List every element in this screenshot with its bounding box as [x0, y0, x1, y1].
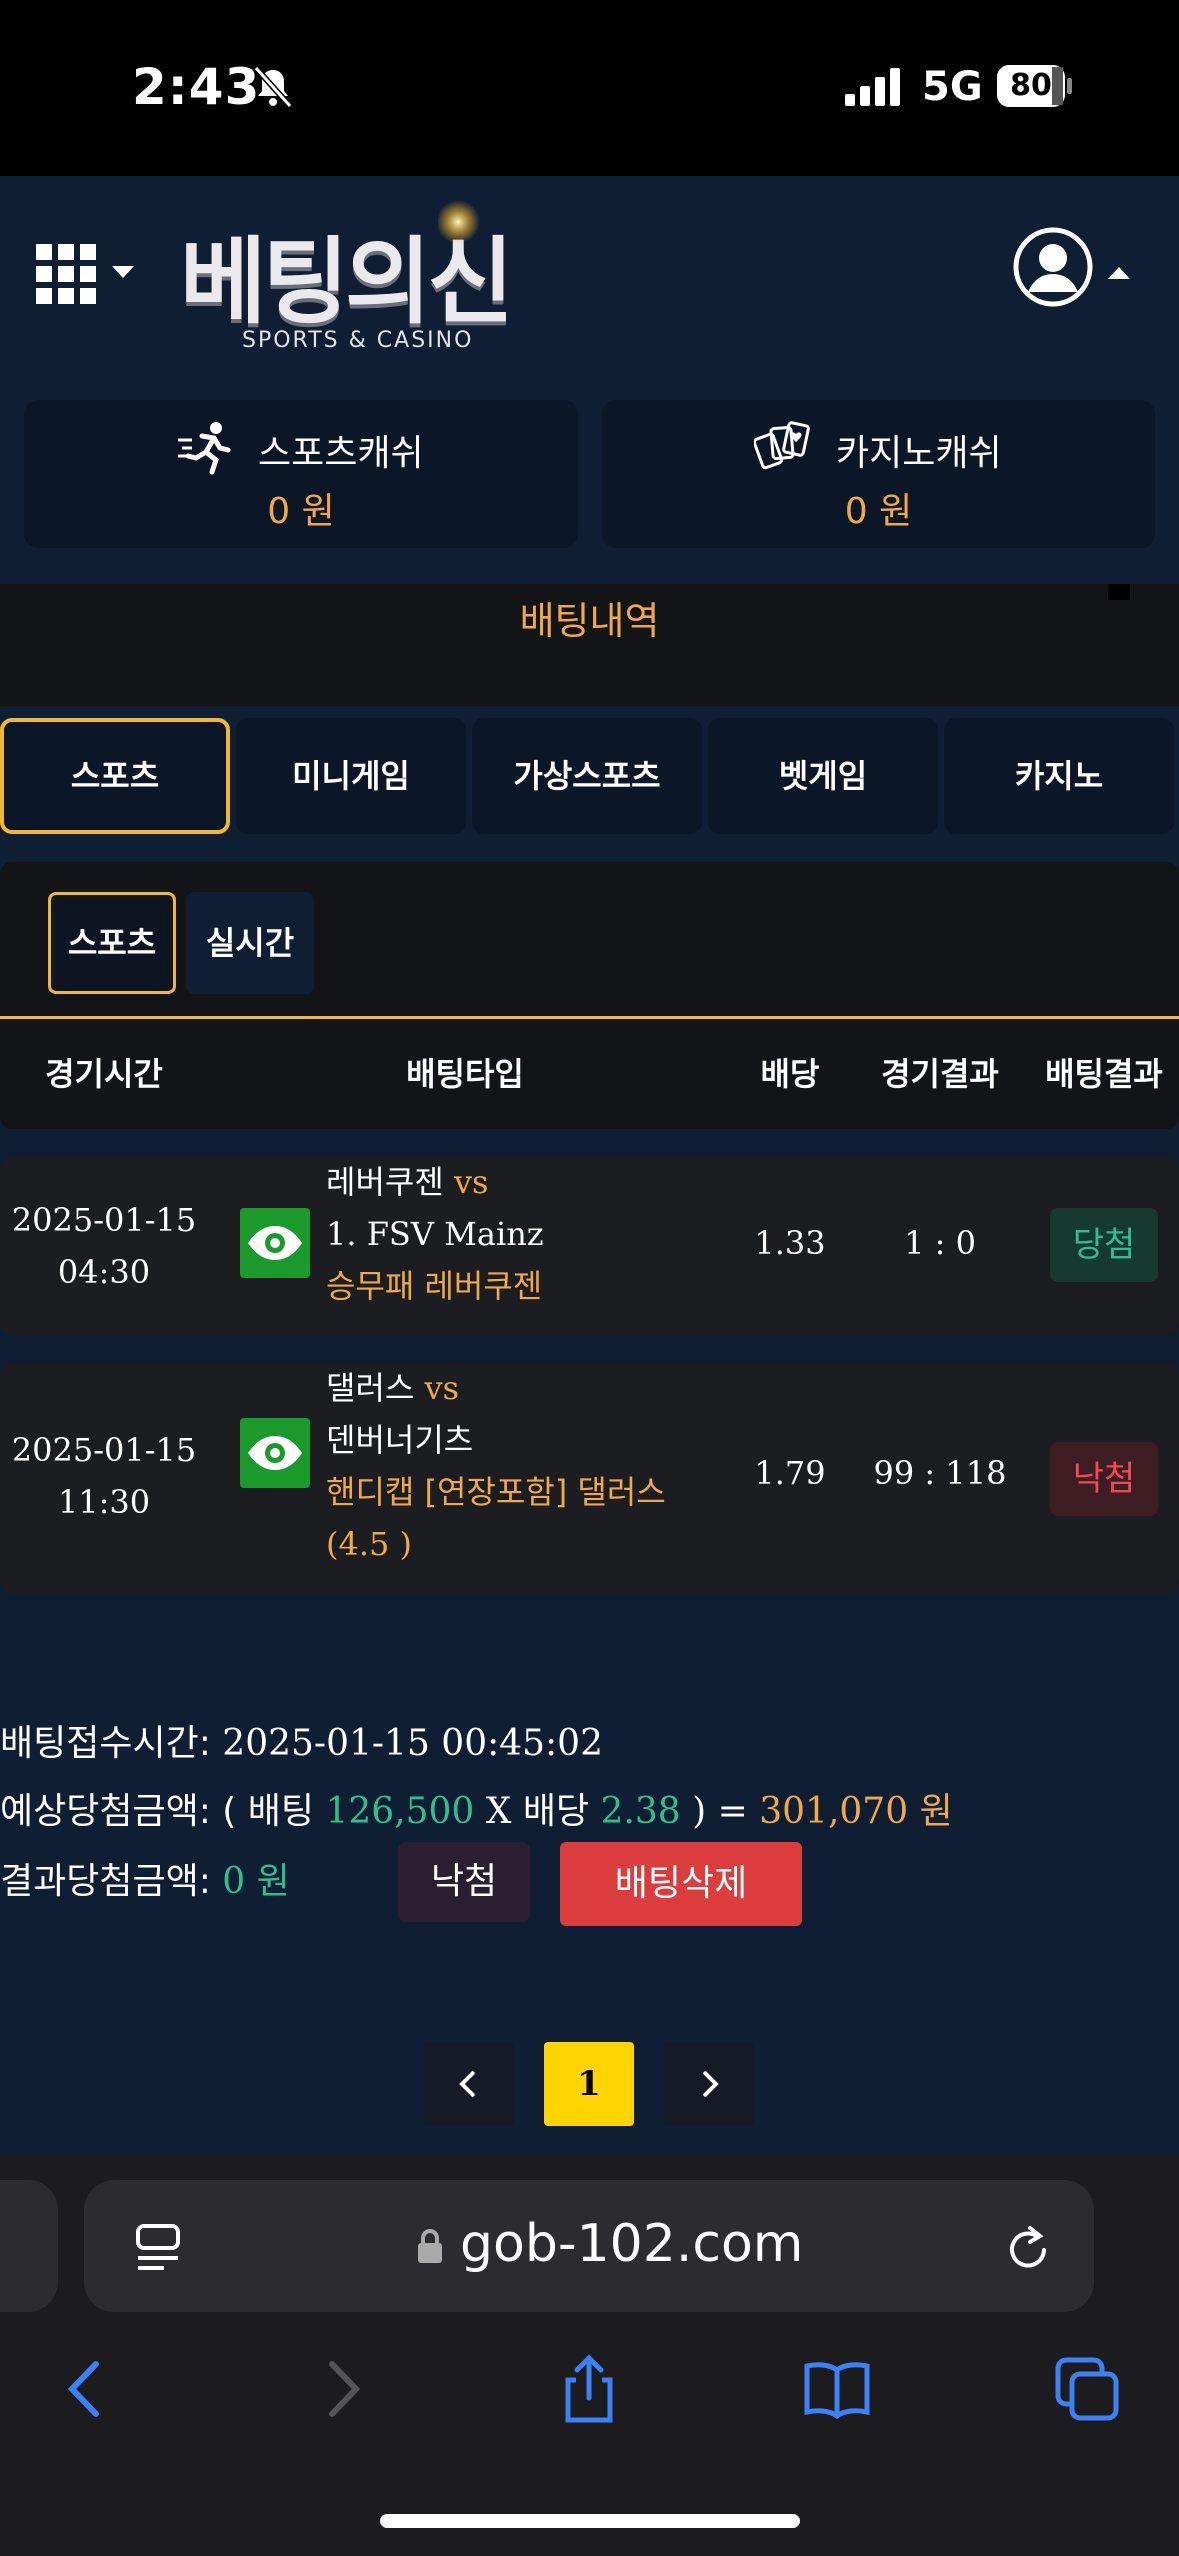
forward-icon[interactable] [306, 2354, 376, 2424]
previous-tab-stub[interactable] [0, 2180, 58, 2312]
result-label: 결과당첨금액: [0, 1861, 223, 1902]
col-bet-type: 배팅타입 [406, 1055, 524, 1093]
grid-menu-icon[interactable] [34, 242, 98, 306]
equals-label: ) = [680, 1791, 760, 1832]
reader-icon[interactable] [134, 2222, 182, 2274]
row-score: 1 : 0 [904, 1224, 976, 1262]
col-match-time: 경기시간 [45, 1055, 163, 1093]
result-amount: 0 원 [222, 1861, 290, 1902]
accept-time-value: 2025-01-15 00:45:02 [222, 1723, 603, 1764]
tab-casino[interactable]: 카지노 [944, 718, 1174, 834]
chevron-down-icon[interactable] [110, 262, 136, 282]
sports-cash-value: 0 원 [267, 491, 335, 532]
page-next-button[interactable] [664, 2042, 754, 2126]
table-row: 2025-01-15 11:30 댈러스 vs 덴버너기츠 핸디캡 [연장포함]… [0, 1362, 1179, 1594]
status-time: 2:43 [132, 58, 261, 116]
table-header: 경기시간 배팅타입 배당 경기결과 배팅결과 [0, 1019, 1179, 1129]
sports-cash-label: 스포츠캐쉬 [258, 433, 424, 474]
vs-label: vs [453, 1163, 489, 1201]
match-teams-line: 레버쿠젠 vs [326, 1156, 488, 1208]
page-prev-button[interactable] [424, 2042, 514, 2126]
col-match-result: 경기결과 [881, 1055, 999, 1093]
avatar-icon[interactable] [1012, 226, 1094, 308]
away-team: 덴버너기츠 [326, 1421, 474, 1459]
bet-pick: 핸디캡 [연장포함] 댈러스 [326, 1473, 666, 1511]
view-detail-button[interactable] [240, 1208, 310, 1278]
eye-icon [248, 1436, 302, 1470]
logo-subtitle: SPORTS & CASINO [242, 328, 474, 353]
expected-label: 예상당첨금액: ( 배팅 [0, 1791, 326, 1832]
status-badge: 낙첨 [1050, 1442, 1158, 1516]
bet-pick: 승무패 레버쿠젠 [326, 1267, 543, 1305]
subtab-sports[interactable]: 스포츠 [48, 892, 176, 994]
site-logo[interactable]: 베팅의신 SPORTS & CASINO [176, 200, 576, 360]
battery-icon: 80 [996, 64, 1074, 108]
bookmarks-icon[interactable] [802, 2354, 872, 2424]
tabs-icon[interactable] [1052, 2354, 1122, 2424]
share-icon[interactable] [554, 2354, 624, 2424]
sub-tab-panel: 스포츠 실시간 [0, 862, 1179, 1018]
row-odds: 1.79 [754, 1454, 826, 1492]
col-bet-result: 배팅결과 [1045, 1055, 1163, 1093]
expected-payout-line: 예상당첨금액: ( 배팅 126,500 X 배당 2.38 ) = 301,0… [0, 1782, 953, 1834]
row-date: 2025-01-15 [11, 1431, 197, 1469]
lose-status-button[interactable]: 낙첨 [398, 1842, 530, 1922]
chevron-right-icon [702, 2070, 719, 2098]
sports-runner-icon [178, 422, 231, 475]
view-detail-button[interactable] [240, 1418, 310, 1488]
chevron-left-icon [459, 2070, 476, 2098]
back-icon[interactable] [52, 2354, 122, 2424]
logo-sparkle [438, 200, 480, 244]
main-tabs: 스포츠 미니게임 가상스포츠 벳게임 카지노 [0, 718, 1179, 838]
sports-cash-card[interactable]: 스포츠캐쉬 0 원 [24, 400, 578, 548]
row-time: 04:30 [57, 1253, 151, 1291]
network-type: 5G [922, 64, 983, 110]
away-team: 1. FSV Mainz [326, 1215, 544, 1253]
reload-icon[interactable] [1004, 2222, 1052, 2274]
tab-sports[interactable]: 스포츠 [0, 718, 230, 834]
x-odds-label: X 배당 [474, 1791, 601, 1832]
row-odds: 1.33 [754, 1224, 826, 1262]
casino-cards-icon [754, 421, 810, 470]
home-team: 레버쿠젠 [326, 1163, 444, 1201]
url-text[interactable]: gob-102.com [460, 2214, 803, 2274]
signal-icon [845, 68, 900, 106]
col-odds: 배당 [760, 1055, 820, 1093]
accept-time-label: 배팅접수시간: [0, 1723, 223, 1764]
tab-virtual-sports[interactable]: 가상스포츠 [472, 718, 702, 834]
stake-amount: 126,500 [325, 1791, 475, 1832]
battery-level: 80 [1010, 68, 1052, 103]
status-badge: 당첨 [1050, 1208, 1158, 1282]
total-odds: 2.38 [600, 1791, 681, 1832]
eye-icon [248, 1226, 302, 1260]
row-time: 11:30 [57, 1483, 151, 1521]
lock-icon [418, 2229, 442, 2263]
tab-minigame[interactable]: 미니게임 [236, 718, 466, 834]
match-teams-line: 댈러스 vs [326, 1362, 459, 1414]
row-date: 2025-01-15 [11, 1201, 197, 1239]
tab-betgame[interactable]: 벳게임 [708, 718, 938, 834]
delete-bet-button[interactable]: 배팅삭제 [560, 1842, 802, 1926]
result-payout-line: 결과당첨금액: 0 원 [0, 1852, 290, 1904]
home-indicator[interactable] [380, 2514, 800, 2528]
page-title: 배팅내역 [519, 599, 660, 643]
casino-cash-value: 0 원 [844, 491, 913, 532]
table-row: 2025-01-15 04:30 레버쿠젠 vs 1. FSV Mainz 승무… [0, 1156, 1179, 1336]
home-team: 댈러스 [326, 1369, 415, 1407]
expected-payout: 301,070 원 [759, 1791, 953, 1832]
chevron-up-icon[interactable] [1106, 264, 1132, 282]
bet-handicap: (4.5 ) [326, 1525, 413, 1563]
casino-cash-label: 카지노캐쉬 [836, 433, 1002, 474]
casino-cash-card[interactable]: 카지노캐쉬 0 원 [602, 400, 1155, 548]
silent-icon [253, 65, 293, 109]
accept-time-line: 배팅접수시간: 2025-01-15 00:45:02 [0, 1714, 603, 1766]
subtab-live[interactable]: 실시간 [186, 892, 314, 994]
vs-label: vs [424, 1369, 460, 1407]
row-score: 99 : 118 [873, 1454, 1007, 1492]
page-number-button[interactable]: 1 [544, 2042, 634, 2126]
